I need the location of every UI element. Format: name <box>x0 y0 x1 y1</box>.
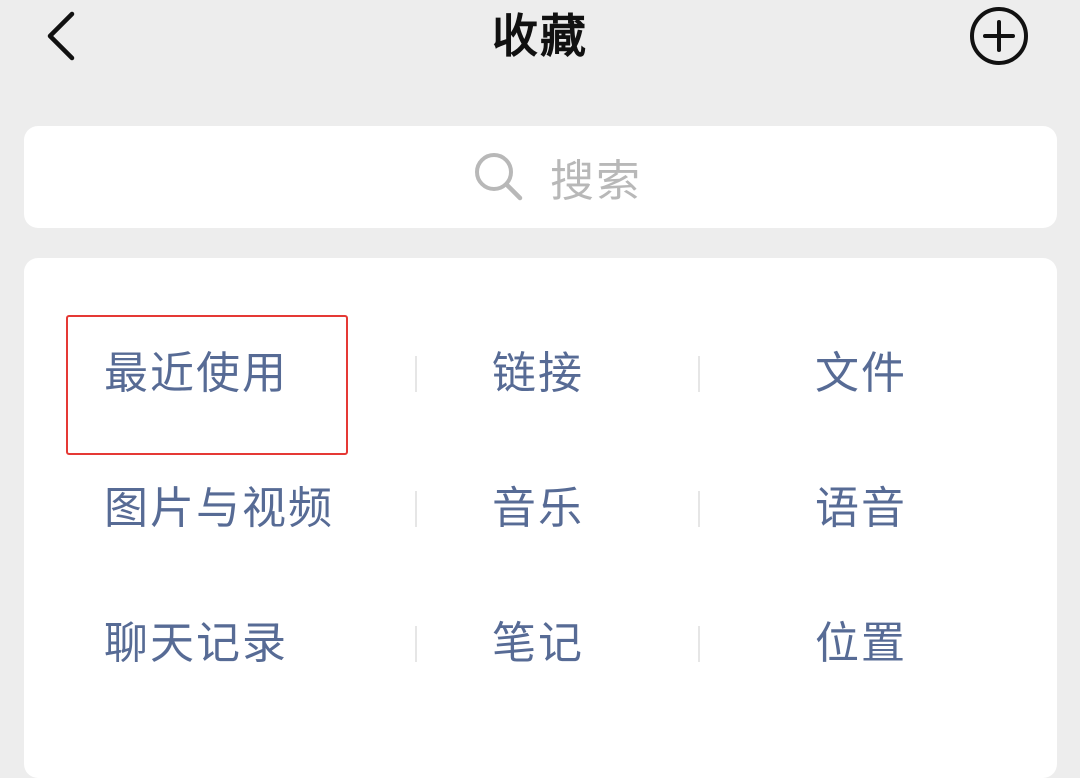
search-placeholder: 搜索 <box>550 156 642 207</box>
page-title: 收藏 <box>492 9 588 63</box>
search-icon <box>475 153 523 201</box>
category-music[interactable]: 音乐 <box>492 479 584 539</box>
column-divider <box>698 626 700 662</box>
column-divider <box>415 356 417 392</box>
plus-circle-icon <box>970 7 1028 65</box>
category-voice[interactable]: 语音 <box>815 479 907 539</box>
chevron-left-icon <box>47 11 75 61</box>
category-recently-used[interactable]: 最近使用 <box>104 344 288 404</box>
search-inner: 搜索 <box>472 126 642 228</box>
category-chat-history[interactable]: 聊天记录 <box>104 614 288 674</box>
category-notes[interactable]: 笔记 <box>492 614 584 674</box>
category-links[interactable]: 链接 <box>492 344 584 404</box>
category-images-videos[interactable]: 图片与视频 <box>104 479 334 539</box>
header-bar: 收藏 <box>0 0 1080 80</box>
category-files[interactable]: 文件 <box>815 344 907 404</box>
add-button[interactable] <box>964 1 1034 71</box>
search-input[interactable]: 搜索 <box>24 126 1057 228</box>
category-location[interactable]: 位置 <box>815 614 907 674</box>
column-divider <box>415 626 417 662</box>
column-divider <box>415 491 417 527</box>
column-divider <box>698 356 700 392</box>
back-button[interactable] <box>34 4 94 64</box>
column-divider <box>698 491 700 527</box>
